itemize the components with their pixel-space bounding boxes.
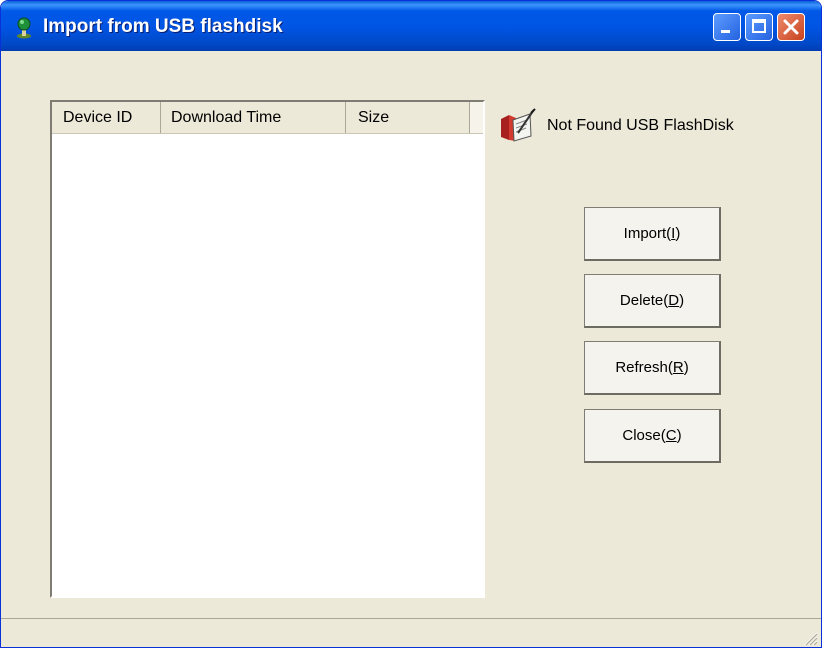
minimize-icon [721, 30, 730, 33]
list-header: Device ID Download Time Size [52, 102, 483, 134]
column-download-time[interactable]: Download Time [161, 102, 346, 133]
delete-button[interactable]: Delete(D) [584, 274, 721, 328]
close-window-button[interactable] [777, 13, 805, 41]
maximize-icon [752, 19, 766, 33]
app-icon [17, 17, 31, 39]
refresh-button[interactable]: Refresh(R) [584, 341, 721, 395]
column-filler [470, 102, 483, 133]
device-list[interactable]: Device ID Download Time Size [50, 100, 485, 598]
import-button[interactable]: Import(I) [584, 207, 721, 261]
usb-status-text: Not Found USB FlashDisk [547, 117, 734, 134]
title-bar[interactable]: Import from USB flashdisk [1, 1, 821, 51]
window-title: Import from USB flashdisk [43, 16, 283, 37]
column-size[interactable]: Size [346, 102, 470, 133]
minimize-button[interactable] [713, 13, 741, 41]
close-button[interactable]: Close(C) [584, 409, 721, 463]
status-bar [1, 618, 821, 647]
resize-grip-icon[interactable] [800, 628, 818, 646]
maximize-button[interactable] [745, 13, 773, 41]
column-device-id[interactable]: Device ID [52, 102, 161, 133]
usb-disk-icon [501, 108, 536, 142]
close-icon [783, 19, 799, 35]
import-dialog-window: Import from USB flashdisk Device ID Down… [0, 0, 822, 648]
